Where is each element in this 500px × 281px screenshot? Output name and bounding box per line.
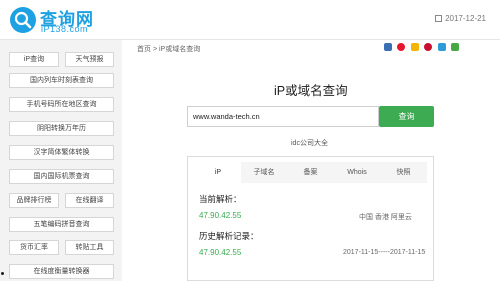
result-tabs: iP 子域名 备案 Whois 快照 [195, 162, 427, 183]
sidebar-link-ip-query[interactable]: iP查询 [9, 52, 59, 67]
sidebar-link-calendar[interactable]: 阴阳转换万年历 [9, 121, 114, 136]
sidebar: iP查询 天气预报 国内列车时刻表查询 手机号码所在地区查询 阴阳转换万年历 汉… [0, 40, 122, 281]
tab-icp-record[interactable]: 备案 [287, 162, 334, 183]
current-resolution-label: 当前解析： [199, 194, 242, 204]
date-text: 2017-12-21 [445, 14, 486, 23]
page-title: iP或域名查询 [274, 84, 348, 98]
sidebar-link-wubi-pinyin[interactable]: 五笔编码拼音查询 [9, 217, 114, 232]
site-header: 查询网 iP138.com 2017-12-21 [0, 0, 500, 40]
sidebar-link-translate[interactable]: 在线翻译 [65, 193, 114, 208]
history-label: 历史解析记录： [199, 231, 259, 241]
tab-ip[interactable]: iP [195, 162, 241, 183]
tab-whois[interactable]: Whois [334, 162, 380, 183]
share-icons [384, 43, 460, 53]
sidebar-link-train-schedule[interactable]: 国内列车时刻表查询 [9, 73, 114, 88]
tab-subdomain[interactable]: 子域名 [241, 162, 287, 183]
history-ip[interactable]: 47.90.42.55 [199, 248, 241, 257]
domain-search-input[interactable]: www.wanda-tech.cn [187, 106, 379, 127]
pinterest-icon[interactable] [424, 43, 433, 51]
current-ip-location: 中国 香港 阿里云 [359, 214, 412, 221]
site-domain: iP138.com [41, 24, 89, 34]
qzone-icon[interactable] [410, 43, 419, 51]
current-ip[interactable]: 47.90.42.55 [199, 211, 241, 220]
sidebar-link-repost-tool[interactable]: 转贴工具 [65, 240, 114, 255]
sidebar-link-flight-tickets[interactable]: 国内国际机票查询 [9, 169, 114, 184]
sidebar-link-weather[interactable]: 天气预报 [65, 52, 114, 67]
magnifier-logo-icon[interactable] [10, 7, 36, 33]
sidebar-link-phone-location[interactable]: 手机号码所在地区查询 [9, 97, 114, 112]
tab-snapshot[interactable]: 快照 [380, 162, 427, 183]
idc-directory-link[interactable]: idc公司大全 [291, 138, 328, 148]
list-bullet [1, 272, 4, 275]
header-date: 2017-12-21 [435, 14, 486, 23]
search-button[interactable]: 查询 [379, 106, 434, 127]
sidebar-link-exchange-rate[interactable]: 货币汇率 [9, 240, 59, 255]
tencent-weibo-icon[interactable] [437, 43, 446, 51]
calendar-icon [435, 15, 443, 22]
weibo-icon[interactable] [397, 43, 406, 51]
share-plus-icon[interactable] [384, 43, 392, 51]
history-date-range: 2017-11-15-----2017-11-15 [343, 249, 426, 256]
breadcrumb[interactable]: 首页 > iP或域名查询 [137, 44, 200, 54]
sidebar-link-chinese-convert[interactable]: 汉字简体繁体转换 [9, 145, 114, 160]
wechat-icon[interactable] [451, 43, 460, 51]
sidebar-link-unit-converter[interactable]: 在线度衡量转换器 [9, 264, 114, 279]
sidebar-link-brand-ranking[interactable]: 品牌排行榜 [9, 193, 59, 208]
